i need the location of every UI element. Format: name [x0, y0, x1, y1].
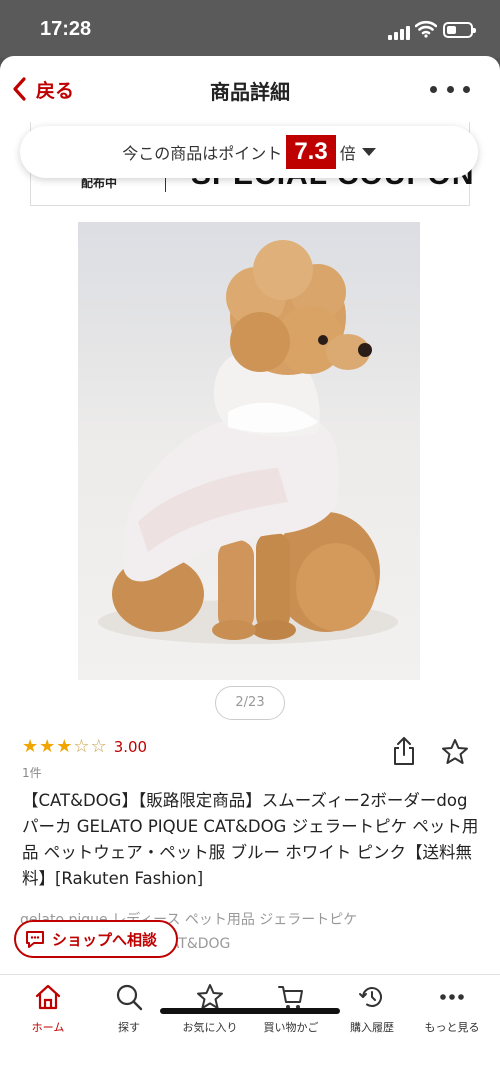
tab-label: 買い物かご	[263, 1021, 319, 1034]
share-icon[interactable]	[392, 736, 416, 766]
battery-icon	[443, 22, 476, 38]
rating-score: 3.00	[113, 738, 148, 756]
shop-consult-label: ショップへ相談	[52, 930, 158, 949]
star-filled-icon: ★	[39, 736, 56, 757]
page-title: 商品詳細	[210, 80, 290, 104]
star-icon	[197, 984, 223, 1009]
favorite-star-icon[interactable]	[441, 738, 469, 766]
dog-in-hoodie-illustration	[98, 240, 398, 644]
tab-label: お気に入り	[182, 1021, 238, 1034]
cellular-signal-icon	[388, 24, 410, 40]
tab-label: 購入履歴	[350, 1021, 394, 1034]
status-bar: 17:28	[0, 0, 500, 58]
back-label: 戻る	[36, 79, 75, 102]
dot-icon	[446, 85, 454, 93]
tab-purchase-history[interactable]: 購入履歴	[332, 983, 412, 1035]
wifi-icon	[415, 20, 437, 38]
dot-icon	[430, 85, 437, 93]
point-multiplier-pill[interactable]: 今この商品はポイント 7.3 倍	[20, 126, 478, 178]
gallery-pager: 2/23	[215, 686, 285, 720]
more-options-button[interactable]	[430, 74, 470, 104]
points-suffix: 倍	[339, 144, 356, 163]
caret-down-icon	[361, 148, 376, 156]
tab-label: 探す	[118, 1021, 140, 1034]
points-multiplier: 7.3	[286, 135, 336, 169]
home-indicator[interactable]	[160, 1008, 340, 1014]
status-time: 17:28	[40, 18, 92, 40]
star-empty-icon: ☆	[90, 736, 107, 757]
search-icon	[116, 984, 143, 1011]
bottom-tab-bar: ホーム 探す お気に入り 買い物かご 購入履歴 もっと見る	[0, 974, 500, 1080]
chevron-left-icon	[13, 77, 26, 101]
product-image[interactable]	[78, 222, 420, 680]
shop-consult-button[interactable]: ショップへ相談	[14, 920, 178, 958]
tab-label: ホーム	[31, 1021, 65, 1034]
tab-more[interactable]: もっと見る	[412, 983, 492, 1035]
back-button[interactable]: 戻る	[10, 74, 74, 104]
points-prefix: 今この商品はポイント	[122, 144, 283, 163]
tab-home[interactable]: ホーム	[8, 983, 88, 1035]
more-icon	[440, 994, 464, 1000]
navigation-bar: 戻る 商品詳細	[0, 56, 500, 122]
star-filled-icon: ★	[56, 736, 73, 757]
product-title: 【CAT&DOG】【販路限定商品】スムーズィー2ボーダーdogパーカ GELAT…	[22, 791, 479, 888]
cart-icon	[278, 986, 303, 1009]
history-icon	[359, 987, 382, 1007]
chat-bubble-icon	[26, 931, 44, 948]
star-filled-icon: ★	[22, 736, 39, 757]
dot-icon	[463, 85, 470, 93]
tab-search[interactable]: 探す	[89, 983, 169, 1035]
rating-row[interactable]: ★ ★ ★ ☆ ☆ 3.00	[22, 736, 147, 758]
review-count[interactable]: 1件	[22, 764, 42, 781]
app-sheet: 戻る 商品詳細 配布中 SPECIAL COUPON 今この商品はポイント 7.…	[0, 56, 500, 1080]
star-empty-icon: ☆	[73, 736, 90, 757]
tab-label: もっと見る	[424, 1021, 480, 1034]
home-icon	[35, 984, 61, 1010]
